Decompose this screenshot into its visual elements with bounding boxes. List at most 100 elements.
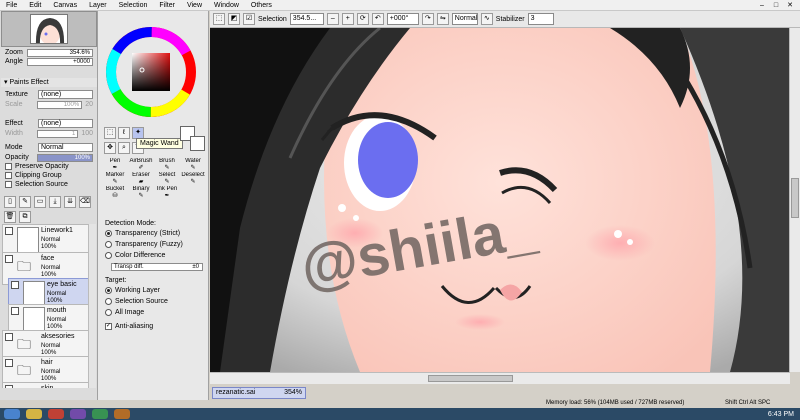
ink-pen-tool[interactable]: Ink Pen ✒ bbox=[154, 186, 180, 200]
minimize-icon[interactable]: – bbox=[756, 1, 768, 10]
visibility-eye-icon[interactable] bbox=[11, 281, 19, 289]
clipping-group-checkbox[interactable] bbox=[5, 172, 12, 179]
detection-option-fuzzy[interactable]: Transparency (Fuzzy) bbox=[102, 239, 206, 250]
detection-option-strict[interactable]: Transparency (Strict) bbox=[102, 228, 206, 239]
layer-copy-icon[interactable]: ⧉ bbox=[19, 211, 31, 223]
zoom-tool-icon[interactable]: ⌕ bbox=[118, 142, 130, 154]
browser-icon[interactable] bbox=[48, 409, 64, 419]
marker-tool[interactable]: Marker ✎ bbox=[102, 172, 128, 186]
menu-view[interactable]: View bbox=[181, 2, 208, 9]
paints-effect-header[interactable]: ▾ Paints Effect bbox=[1, 78, 97, 87]
target-working-layer[interactable]: Working Layer bbox=[102, 285, 206, 296]
antialias-row[interactable]: ✓ Anti-aliasing bbox=[102, 321, 206, 332]
menu-layer[interactable]: Layer bbox=[83, 2, 113, 9]
target-selection-source[interactable]: Selection Source bbox=[102, 296, 206, 307]
radio-fuzzy[interactable] bbox=[105, 241, 112, 248]
secondary-color-swatch[interactable] bbox=[190, 136, 205, 151]
radio-color[interactable] bbox=[105, 252, 112, 259]
antialias-checkbox[interactable]: ✓ bbox=[105, 323, 112, 330]
menu-others[interactable]: Others bbox=[245, 2, 278, 9]
airbrush-tool[interactable]: AirBrush ✐ bbox=[128, 158, 154, 172]
new-folder-icon[interactable]: ▭ bbox=[34, 196, 46, 208]
zoom-out-icon[interactable]: – bbox=[326, 13, 339, 25]
width-slider[interactable]: 1 bbox=[37, 129, 79, 138]
navigator-panel[interactable] bbox=[1, 11, 97, 47]
bucket-tool[interactable]: Bucket ⛁ bbox=[102, 186, 128, 200]
clipping-group-row[interactable]: Clipping Group bbox=[2, 171, 96, 180]
vertical-scrollbar[interactable] bbox=[789, 28, 800, 372]
app2-icon[interactable] bbox=[92, 409, 108, 419]
opacity-slider[interactable]: 100% bbox=[37, 153, 93, 162]
menu-edit[interactable]: Edit bbox=[23, 2, 47, 9]
mode-select[interactable]: Normal bbox=[38, 142, 93, 152]
deselect-tool[interactable]: Deselect ✎ bbox=[180, 172, 206, 186]
merge-down-icon[interactable]: ⇊ bbox=[64, 196, 76, 208]
rotate-left-icon[interactable]: ↶ bbox=[371, 13, 384, 25]
color-wheel[interactable] bbox=[106, 24, 210, 120]
drawing-canvas[interactable]: @shiila_ bbox=[210, 28, 790, 372]
file-tab-rezanatic[interactable]: rezanatic.sai 354% bbox=[212, 387, 306, 399]
blend-mode-select[interactable]: Normal bbox=[451, 13, 478, 25]
stabilizer-toggle-icon[interactable]: ∿ bbox=[480, 13, 493, 25]
visibility-eye-icon[interactable] bbox=[5, 255, 13, 263]
lasso-icon[interactable]: ℓ bbox=[118, 127, 130, 139]
binary-tool[interactable]: Binary ✎ bbox=[128, 186, 154, 200]
selection-source-checkbox[interactable] bbox=[5, 181, 12, 188]
water-tool[interactable]: Water ✎ bbox=[180, 158, 206, 172]
scale-slider[interactable]: 100% bbox=[37, 100, 83, 109]
invert-icon[interactable]: ◩ bbox=[228, 13, 240, 25]
radio-all-image[interactable] bbox=[105, 309, 112, 316]
horizontal-scrollbar[interactable] bbox=[210, 372, 790, 384]
marquee-icon[interactable]: ⬚ bbox=[104, 127, 116, 139]
visibility-eye-icon[interactable] bbox=[5, 385, 13, 388]
new-linework-icon[interactable]: ✎ bbox=[19, 196, 31, 208]
close-icon[interactable]: ✕ bbox=[784, 1, 796, 10]
horizontal-scroll-thumb[interactable] bbox=[428, 375, 513, 382]
navigator-thumbnail[interactable] bbox=[30, 14, 68, 44]
preserve-opacity-row[interactable]: Preserve Opacity bbox=[2, 162, 96, 171]
flip-icon[interactable]: ⇋ bbox=[436, 13, 449, 25]
selection-source-row[interactable]: Selection Source bbox=[2, 180, 96, 189]
brush-tool[interactable]: Brush ✎ bbox=[154, 158, 180, 172]
menu-selection[interactable]: Selection bbox=[113, 2, 154, 9]
app-icon[interactable] bbox=[70, 409, 86, 419]
visibility-eye-icon[interactable] bbox=[5, 227, 13, 235]
radio-strict[interactable] bbox=[105, 230, 112, 237]
clear-layer-icon[interactable]: ⌫ bbox=[79, 196, 91, 208]
maximize-icon[interactable]: □ bbox=[770, 1, 782, 10]
select-tool[interactable]: Select ✎ bbox=[154, 172, 180, 186]
preserve-opacity-checkbox[interactable] bbox=[5, 163, 12, 170]
deselect-icon[interactable]: ⬚ bbox=[213, 13, 225, 25]
app3-icon[interactable] bbox=[114, 409, 130, 419]
explorer-icon[interactable] bbox=[26, 409, 42, 419]
rotate-right-icon[interactable]: ↷ bbox=[421, 13, 434, 25]
zoom-in-icon[interactable]: + bbox=[341, 13, 354, 25]
checkbox-selection-icon[interactable]: ☑ bbox=[243, 13, 255, 25]
transfer-down-icon[interactable]: ⤓ bbox=[49, 196, 61, 208]
radio-selection-source[interactable] bbox=[105, 298, 112, 305]
layer-skin[interactable]: skin bbox=[2, 382, 96, 388]
menu-filter[interactable]: Filter bbox=[153, 2, 181, 9]
zoom-slider[interactable]: 354.6% bbox=[27, 48, 93, 57]
effect-select[interactable]: (none) bbox=[38, 118, 93, 128]
eraser-tool[interactable]: Eraser ▰ bbox=[128, 172, 154, 186]
zoom-reset-icon[interactable]: ⟳ bbox=[356, 13, 369, 25]
zoom-field[interactable]: 354.5... bbox=[289, 13, 324, 25]
menu-file[interactable]: File bbox=[0, 2, 23, 9]
delete-layer-icon[interactable]: 🗑 bbox=[4, 211, 16, 223]
detection-option-color[interactable]: Color Difference bbox=[102, 250, 206, 261]
visibility-eye-icon[interactable] bbox=[5, 333, 13, 341]
vertical-scroll-thumb[interactable] bbox=[791, 178, 799, 218]
pen-tool[interactable]: Pen ✒ bbox=[102, 158, 128, 172]
visibility-eye-icon[interactable] bbox=[11, 307, 19, 315]
stabilizer-field[interactable]: 3 bbox=[527, 13, 554, 25]
layer-list-scrollbar[interactable] bbox=[88, 224, 96, 388]
menu-window[interactable]: Window bbox=[208, 2, 245, 9]
angle-field[interactable]: +000° bbox=[386, 13, 419, 25]
texture-select[interactable]: (none) bbox=[38, 89, 93, 99]
start-icon[interactable] bbox=[4, 409, 20, 419]
target-all-image[interactable]: All Image bbox=[102, 307, 206, 318]
angle-slider[interactable]: +0000 bbox=[27, 57, 93, 66]
menu-canvas[interactable]: Canvas bbox=[47, 2, 83, 9]
radio-working-layer[interactable] bbox=[105, 287, 112, 294]
